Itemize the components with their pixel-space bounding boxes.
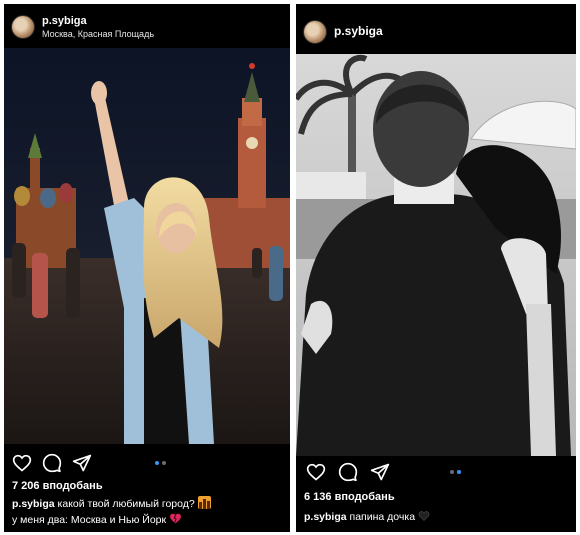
carousel-dot: [162, 461, 166, 465]
avatar[interactable]: [11, 15, 35, 39]
caption-text-line1: какой твой любимый город?: [57, 498, 195, 510]
post-header: p.sybiga Москва, Красная Площадь: [4, 4, 290, 48]
post-actions-bar: [296, 456, 576, 486]
post-actions-bar: [4, 447, 290, 477]
likes-count[interactable]: 7 206 вподобань: [12, 480, 103, 492]
post-header: p.sybiga: [296, 4, 576, 48]
post-caption: p.sybiga папина дочка: [304, 510, 570, 525]
carousel-dot: [450, 470, 454, 474]
caption-username[interactable]: p.sybiga: [304, 511, 347, 523]
comment-icon[interactable]: [338, 462, 358, 482]
night-photo-illustration: [4, 48, 290, 444]
post-photo-red-square[interactable]: [4, 48, 290, 444]
instagram-post-right: p.sybiga 6 136 вподобань p.sybiga папина…: [296, 4, 576, 532]
location-label[interactable]: Москва, Красная Площадь: [42, 29, 154, 39]
caption-username[interactable]: p.sybiga: [12, 498, 55, 510]
heart-icon[interactable]: [306, 462, 326, 482]
carousel-dot-active: [155, 461, 159, 465]
heart-icon[interactable]: [12, 453, 32, 473]
instagram-post-left: p.sybiga Москва, Красная Площадь 7 206 в…: [4, 4, 290, 532]
username[interactable]: p.sybiga: [334, 24, 383, 38]
city-sunset-emoji-icon: [197, 496, 211, 509]
black-heart-emoji-icon: [418, 511, 430, 521]
broken-heart-emoji-icon: [170, 513, 181, 524]
post-caption: p.sybiga какой твой любимый город? у мен…: [12, 496, 284, 528]
carousel-dot-active: [457, 470, 461, 474]
likes-count[interactable]: 6 136 вподобань: [304, 491, 395, 503]
username[interactable]: p.sybiga: [42, 15, 87, 27]
share-icon[interactable]: [72, 453, 92, 473]
avatar[interactable]: [303, 20, 327, 44]
carousel-indicator: [450, 470, 461, 474]
comment-icon[interactable]: [42, 453, 62, 473]
share-icon[interactable]: [370, 462, 390, 482]
bw-photo-illustration: [296, 54, 576, 456]
post-photo-father-daughter[interactable]: [296, 54, 576, 456]
caption-text-line2: у меня два: Москва и Нью Йорк: [12, 514, 167, 526]
carousel-indicator: [155, 461, 166, 465]
caption-text: папина дочка: [349, 511, 416, 523]
